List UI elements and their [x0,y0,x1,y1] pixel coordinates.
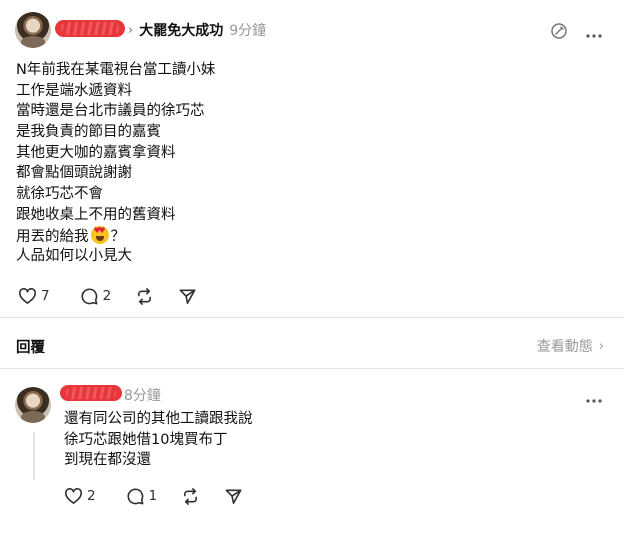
comment-button[interactable]: 2 [80,287,112,306]
comment-bubble-icon [81,287,98,304]
post-line: 都會點個頭說謝謝 [16,165,132,182]
comment-body: 還有同公司的其他工讀跟我說 徐巧芯跟她借10塊買布丁 到現在都沒還 [64,409,253,471]
post-line: 工作是端水遞資料 [16,82,132,99]
topic-tag[interactable]: 大罷免大成功 [139,21,223,41]
post-header: › 大罷免大成功 9分鐘 [128,21,266,41]
comment-bubble-icon [127,487,144,504]
more-horizontal-icon[interactable] [585,391,603,403]
thread-line [33,432,35,480]
like-count: 7 [41,288,50,304]
section-divider [0,368,624,369]
share-button[interactable] [178,287,197,306]
repost-icon [184,487,198,505]
like-count: 2 [87,488,96,504]
heart-icon [19,287,36,304]
author-avatar[interactable] [15,12,51,48]
like-button[interactable]: 7 [18,287,50,306]
comment-line: 還有同公司的其他工讀跟我說 [64,411,253,427]
comment-button[interactable]: 1 [126,487,158,506]
comment-count: 2 [102,288,112,304]
post-line: 其他更大咖的嘉賓拿資料 [16,144,176,161]
heart-icon [65,487,82,504]
post-line: 是我負責的節目的嘉賓 [16,124,161,141]
post-timestamp: 9分鐘 [229,23,267,39]
view-activity-link[interactable]: 查看動態 › [537,336,604,356]
redacted-username [55,20,125,37]
comment-line: 徐巧芯跟她借10塊買布丁 [64,431,228,448]
repost-icon [138,287,152,305]
comment-header: 8分鐘 [118,386,161,406]
repost-button[interactable] [135,287,154,306]
post-line: 跟她收桌上不用的舊資料 [16,206,176,223]
post-line-with-emoji: 用丟的給我 ？ [16,225,215,247]
share-button[interactable] [224,487,243,506]
post-line: 用丟的給我 [16,228,89,245]
repost-button[interactable] [181,487,200,506]
post-line: ？ [110,228,126,245]
comment-count: 1 [148,488,158,504]
heart-eyes-emoji [90,225,109,244]
comment-timestamp: 8分鐘 [124,388,161,404]
view-activity-label: 查看動態 [536,339,593,355]
more-horizontal-icon[interactable] [585,26,603,38]
comment-line: 到現在都沒還 [64,452,151,469]
post-line: N年前我在某電視台當工讀小妹 [16,62,216,78]
chevron-right-icon: › [598,338,604,354]
redacted-username [60,385,122,401]
post-line: 就徐巧芯不會 [16,186,103,203]
like-button[interactable]: 2 [64,487,96,506]
replies-title: 回覆 [16,340,45,356]
edit-circle-icon[interactable] [550,22,568,40]
comment-actions: 2 1 [64,486,263,506]
post-line: 當時還是台北市議員的徐巧芯 [16,103,205,120]
post-body: N年前我在某電視台當工讀小妹 工作是端水遞資料 當時還是台北市議員的徐巧芯 是我… [16,60,215,267]
send-icon [179,289,196,304]
commenter-avatar[interactable] [15,387,51,423]
send-icon [225,489,242,504]
chevron-right-icon: › [128,23,134,38]
section-divider [0,317,624,318]
post-line: 人品如何以小見大 [16,248,132,265]
post-actions: 7 2 [18,286,217,306]
